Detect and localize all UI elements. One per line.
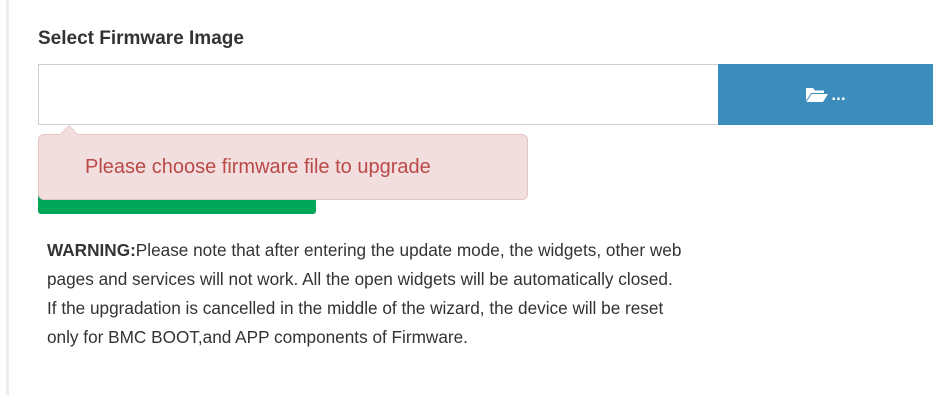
firmware-image-label: Select Firmware Image	[38, 28, 244, 49]
browse-button-label: ...	[831, 84, 846, 104]
browse-button[interactable]: ...	[718, 64, 933, 125]
folder-open-icon	[805, 86, 829, 103]
warning-line-1: Please note that after entering the upda…	[135, 240, 682, 260]
firmware-file-input[interactable]	[38, 64, 720, 125]
tooltip-message: Please choose firmware file to upgrade	[85, 155, 431, 178]
panel-left-border	[6, 0, 9, 395]
warning-prefix: WARNING:	[47, 240, 136, 260]
warning-line-2: pages and services will not work. All th…	[47, 269, 673, 289]
tooltip-arrow	[59, 125, 79, 135]
warning-text: WARNING:Please note that after entering …	[47, 236, 927, 352]
warning-line-3: If the upgradation is cancelled in the m…	[47, 298, 664, 318]
validation-tooltip: Please choose firmware file to upgrade	[38, 125, 528, 200]
warning-line-4: only for BMC BOOT,and APP components of …	[47, 327, 468, 347]
file-select-group: ...	[38, 64, 933, 125]
